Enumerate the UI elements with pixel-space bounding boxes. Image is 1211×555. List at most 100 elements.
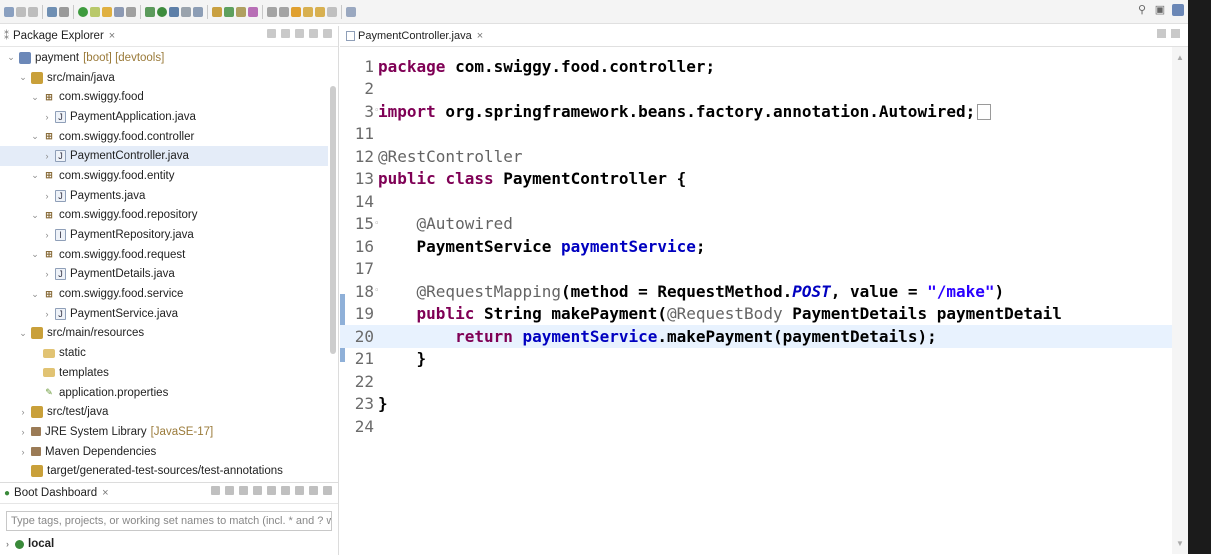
tree-item[interactable]: target/generated-test-sources/test-annot… bbox=[0, 461, 328, 481]
new-class-icon[interactable] bbox=[224, 6, 234, 17]
code-line[interactable]: 14 bbox=[340, 190, 1172, 213]
code-line[interactable]: 20 return paymentService.makePayment(pay… bbox=[340, 325, 1172, 348]
code-line[interactable]: 1 package com.swiggy.food.controller; bbox=[340, 55, 1172, 78]
tree-item[interactable]: › J PaymentController.java bbox=[0, 146, 328, 167]
pin-editor-icon[interactable] bbox=[346, 6, 356, 17]
code-line[interactable]: 15 ◦ @Autowired bbox=[340, 213, 1172, 236]
code-editor[interactable]: 1 package com.swiggy.food.controller; 2 3 ◦ i… bbox=[340, 47, 1172, 554]
chevron-right-icon[interactable]: › bbox=[42, 309, 52, 319]
chevron-right-icon[interactable]: › bbox=[42, 269, 52, 279]
open-perspective-icon[interactable]: ▣ bbox=[1154, 4, 1166, 16]
tree-item[interactable]: › src/test/java bbox=[0, 402, 328, 422]
forward-dropdown-icon[interactable] bbox=[327, 6, 337, 17]
new-java-project-icon[interactable] bbox=[193, 6, 203, 17]
close-icon[interactable]: × bbox=[109, 30, 115, 42]
chevron-down-icon[interactable]: ⌄ bbox=[30, 131, 40, 142]
filter-icon[interactable] bbox=[267, 486, 276, 495]
collapse-all-icon[interactable] bbox=[267, 29, 276, 38]
previous-annotation-icon[interactable] bbox=[279, 6, 289, 17]
tree-item[interactable]: ⌄ ⊞ com.swiggy.food.request bbox=[0, 245, 328, 265]
run-icon[interactable] bbox=[157, 6, 167, 17]
code-line[interactable]: 3 ◦ import org.springframework.beans.facto… bbox=[340, 100, 1172, 123]
chevron-down-icon[interactable]: ⌄ bbox=[30, 92, 40, 103]
chevron-down-icon[interactable]: ⌄ bbox=[18, 72, 28, 83]
chevron-down-icon[interactable]: ⌄ bbox=[30, 249, 40, 260]
tree-item[interactable]: › Maven Dependencies bbox=[0, 442, 328, 462]
forward-icon[interactable] bbox=[315, 6, 325, 17]
minimize-icon[interactable] bbox=[1157, 29, 1166, 38]
tree-scrollbar[interactable] bbox=[330, 86, 336, 354]
chevron-down-icon[interactable]: ⌄ bbox=[18, 328, 28, 339]
view-menu-icon[interactable] bbox=[295, 486, 304, 495]
package-explorer-tab[interactable]: ⁑ Package Explorer × bbox=[0, 26, 338, 47]
chevron-right-icon[interactable]: › bbox=[42, 191, 52, 201]
code-line[interactable]: 2 bbox=[340, 78, 1172, 101]
spring-icon[interactable] bbox=[90, 6, 100, 17]
open-task-icon[interactable] bbox=[114, 6, 124, 17]
new-icon[interactable] bbox=[4, 6, 14, 17]
editor-tab-payment-controller[interactable]: PaymentController.java × bbox=[340, 30, 483, 42]
minimize-icon[interactable] bbox=[309, 29, 318, 38]
save-all-icon[interactable] bbox=[28, 6, 38, 17]
chevron-right-icon[interactable]: › bbox=[42, 151, 52, 161]
external-tools-icon[interactable] bbox=[181, 6, 191, 17]
tree-item[interactable]: ⌄ ⊞ com.swiggy.food.entity bbox=[0, 166, 328, 186]
code-line[interactable]: 23} bbox=[340, 393, 1172, 416]
tree-item[interactable]: › J Payments.java bbox=[0, 186, 328, 206]
minimize-icon[interactable] bbox=[309, 486, 318, 495]
debug-icon[interactable] bbox=[145, 6, 155, 17]
save-icon[interactable] bbox=[16, 6, 26, 17]
add-icon[interactable] bbox=[281, 486, 290, 495]
view-menu-icon[interactable] bbox=[295, 29, 304, 38]
link-with-editor-icon[interactable] bbox=[281, 29, 290, 38]
code-line[interactable]: 21 } bbox=[340, 348, 1172, 371]
open-type-icon[interactable] bbox=[102, 6, 112, 17]
search-icon[interactable]: ⚲ bbox=[1136, 4, 1148, 16]
code-line[interactable]: 13 public class PaymentController { bbox=[340, 168, 1172, 191]
tree-item[interactable]: ⌄ src/main/resources bbox=[0, 324, 328, 344]
annotation-next-icon[interactable] bbox=[248, 6, 258, 17]
code-line[interactable]: 11 bbox=[340, 123, 1172, 146]
boot-relaunch-icon[interactable] bbox=[78, 6, 88, 17]
code-line[interactable]: 18 ◦ @RequestMapping(method = RequestMeth… bbox=[340, 280, 1172, 303]
java-perspective-icon[interactable] bbox=[1172, 4, 1184, 16]
back-icon[interactable] bbox=[303, 6, 313, 17]
code-line[interactable]: 16 PaymentService paymentService; bbox=[340, 235, 1172, 258]
tree-item[interactable]: ⌄ ⊞ com.swiggy.food.controller bbox=[0, 127, 328, 147]
tree-item[interactable]: › J PaymentService.java bbox=[0, 304, 328, 324]
tree-item[interactable]: › JRE System Library [JavaSE-17] bbox=[0, 422, 328, 442]
tree-item[interactable]: › I PaymentRepository.java bbox=[0, 225, 328, 245]
debug-icon[interactable] bbox=[225, 486, 234, 495]
close-icon[interactable]: × bbox=[477, 30, 483, 42]
boot-filter-input[interactable]: Type tags, projects, or working set name… bbox=[6, 511, 332, 531]
chevron-right-icon[interactable]: › bbox=[6, 539, 9, 549]
open-web-icon[interactable] bbox=[253, 486, 262, 495]
coverage-icon[interactable] bbox=[169, 6, 179, 17]
tree-item[interactable]: ⌄ payment [boot] [devtools] bbox=[0, 48, 328, 68]
chevron-right-icon[interactable]: › bbox=[42, 112, 52, 122]
code-line[interactable]: 19 public String makePayment(@RequestBod… bbox=[340, 303, 1172, 326]
next-annotation-icon[interactable] bbox=[267, 6, 277, 17]
code-line[interactable]: 22 bbox=[340, 370, 1172, 393]
chevron-down-icon[interactable]: ⌄ bbox=[6, 52, 16, 63]
last-edit-icon[interactable] bbox=[291, 6, 301, 17]
tree-item[interactable]: templates bbox=[0, 363, 328, 383]
new-package-icon[interactable] bbox=[212, 6, 222, 17]
local-target[interactable]: › local bbox=[6, 535, 54, 553]
maximize-icon[interactable] bbox=[323, 29, 332, 38]
close-icon[interactable]: × bbox=[102, 487, 108, 499]
chevron-right-icon[interactable]: › bbox=[42, 230, 52, 240]
tree-item[interactable]: ⌄ ⊞ com.swiggy.food.repository bbox=[0, 206, 328, 226]
chevron-down-icon[interactable]: ⌄ bbox=[30, 289, 40, 300]
tree-item[interactable]: ⌄ src/main/java bbox=[0, 68, 328, 88]
code-line[interactable]: 12 @RestController bbox=[340, 145, 1172, 168]
tree-item[interactable]: static bbox=[0, 343, 328, 363]
show-whitespace-icon[interactable] bbox=[126, 6, 136, 17]
boot-dashboard-tab[interactable]: ● Boot Dashboard × bbox=[0, 483, 338, 504]
scroll-down-icon[interactable]: ▼ bbox=[1176, 539, 1184, 548]
chevron-right-icon[interactable]: › bbox=[18, 447, 28, 457]
tree-item[interactable]: ✎ application.properties bbox=[0, 383, 328, 403]
code-line[interactable]: 24 bbox=[340, 415, 1172, 438]
maximize-icon[interactable] bbox=[323, 486, 332, 495]
code-line[interactable]: 17 bbox=[340, 258, 1172, 281]
